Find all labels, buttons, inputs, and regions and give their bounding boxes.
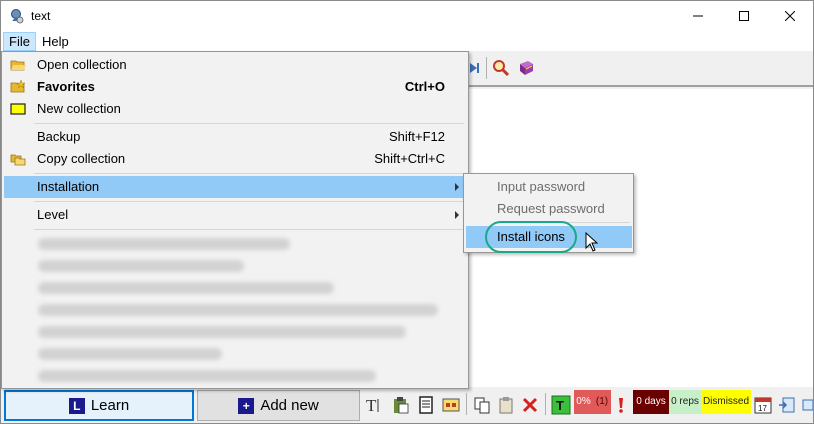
- recent-file-obscured[interactable]: [38, 238, 290, 250]
- recent-file-obscured[interactable]: [38, 370, 376, 382]
- mouse-cursor-icon: [585, 232, 599, 252]
- maximize-button[interactable]: [721, 1, 767, 31]
- menu-separator-4: [34, 229, 464, 230]
- menu-separator: [34, 123, 464, 124]
- app-window: text File Help L Learn + Add new T T 0% …: [0, 0, 814, 424]
- recent-file-obscured[interactable]: [38, 326, 406, 338]
- menu-file[interactable]: File: [3, 32, 36, 51]
- minimize-icon: [693, 15, 703, 17]
- new-collection-icon: [10, 103, 26, 115]
- recent-file-obscured[interactable]: [38, 304, 438, 316]
- percent-badge: 0%: [574, 390, 593, 414]
- toolbar-separator: [486, 57, 487, 79]
- menu-item-copy-collection[interactable]: Copy collection Shift+Ctrl+C: [4, 148, 466, 170]
- bottom-toolbar: L Learn + Add new T T 0% (1) 0 days 0 re…: [1, 387, 813, 423]
- menu-item-favorites[interactable]: Favorites Ctrl+O: [4, 76, 466, 98]
- close-button[interactable]: [767, 1, 813, 31]
- minimize-button[interactable]: [675, 1, 721, 31]
- maximize-icon: [739, 11, 749, 21]
- add-new-icon: +: [238, 397, 255, 414]
- menu-help[interactable]: Help: [37, 32, 74, 51]
- file-menu: Open collection Favorites Ctrl+O New col…: [1, 51, 469, 389]
- submenu-arrow-icon: [455, 211, 459, 219]
- close-icon: [785, 11, 795, 21]
- recent-file-obscured[interactable]: [38, 348, 222, 360]
- exclamation-icon[interactable]: [615, 396, 627, 414]
- menu-item-installation[interactable]: Installation: [4, 176, 466, 198]
- clipboard-icon[interactable]: [497, 396, 515, 414]
- add-new-button[interactable]: + Add new: [197, 390, 360, 421]
- recent-file-obscured[interactable]: [38, 282, 334, 294]
- learn-button[interactable]: L Learn: [4, 390, 194, 421]
- submenu-item-input-password[interactable]: Input password: [466, 176, 632, 198]
- learn-icon: L: [68, 397, 85, 414]
- import-icon[interactable]: [778, 396, 796, 414]
- favorites-folder-icon: [10, 79, 26, 93]
- menu-item-backup[interactable]: Backup Shift+F12: [4, 126, 466, 148]
- submenu-item-request-password[interactable]: Request password: [466, 198, 632, 220]
- learn-button-label: Learn: [90, 397, 130, 414]
- window-title: text: [31, 9, 51, 23]
- add-new-button-label: Add new: [260, 397, 319, 414]
- open-folder-icon: [10, 60, 26, 71]
- options-icon[interactable]: [801, 396, 813, 414]
- copy-folder-icon: [10, 154, 26, 166]
- menu-item-level[interactable]: Level: [4, 204, 466, 226]
- text-format-icon[interactable]: T: [365, 396, 383, 414]
- app-logo-icon: [11, 9, 24, 24]
- bottom-separator-2: [545, 393, 546, 415]
- submenu-arrow-icon: [455, 183, 459, 191]
- menu-item-open-collection[interactable]: Open collection: [4, 54, 466, 76]
- toolbar: [466, 51, 813, 87]
- menu-separator-2: [34, 173, 464, 174]
- search-icon[interactable]: [492, 59, 510, 77]
- menu-bar: File Help: [1, 31, 813, 51]
- paste-icon[interactable]: [392, 396, 410, 414]
- menu-separator-3: [34, 201, 464, 202]
- test-icon[interactable]: T: [551, 395, 571, 415]
- svg-text:17: 17: [758, 404, 767, 413]
- picture-icon[interactable]: [442, 396, 460, 414]
- copy-icon[interactable]: [473, 396, 491, 414]
- recent-file-obscured[interactable]: [38, 260, 244, 272]
- dismissed-badge: Dismissed: [701, 390, 751, 414]
- menu-item-new-collection[interactable]: New collection: [4, 98, 466, 120]
- title-bar: text: [1, 1, 813, 31]
- count-badge: (1): [593, 390, 611, 414]
- book-icon[interactable]: [517, 59, 535, 77]
- svg-text:T: T: [366, 396, 377, 414]
- days-badge: 0 days: [633, 390, 669, 414]
- reps-badge: 0 reps: [669, 390, 701, 414]
- calendar-icon[interactable]: 17: [754, 396, 772, 414]
- document-icon[interactable]: [417, 396, 435, 414]
- delete-icon[interactable]: [521, 396, 539, 414]
- svg-text:T: T: [556, 398, 564, 413]
- highlight-callout: [485, 221, 577, 253]
- bottom-separator: [466, 393, 467, 415]
